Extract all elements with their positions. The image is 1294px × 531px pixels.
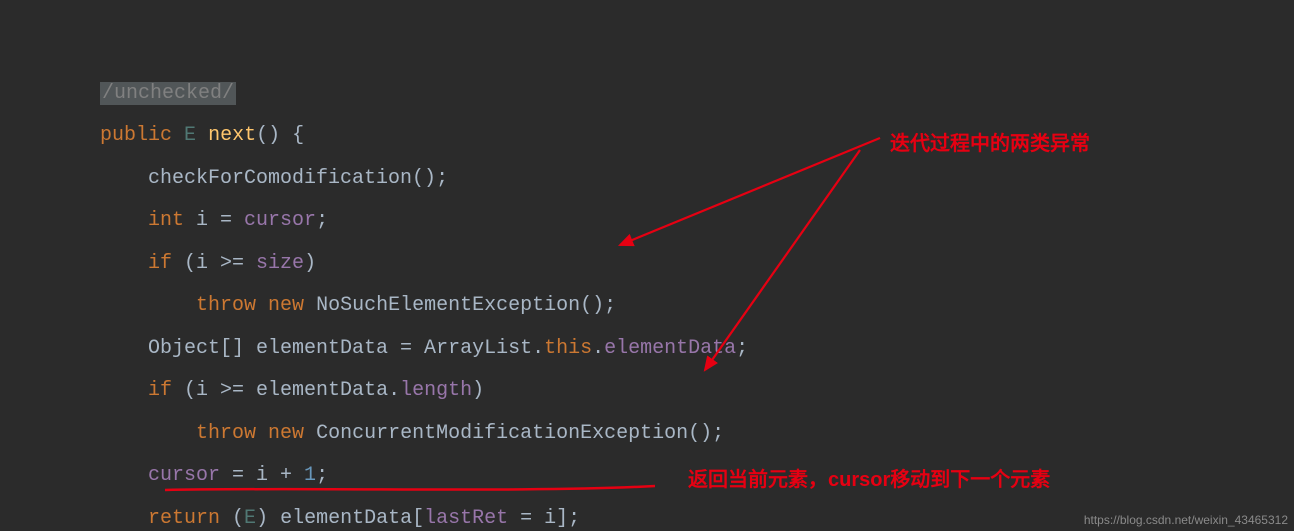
semi: ; <box>316 209 328 232</box>
cond-2: (i >= elementData. <box>172 379 400 402</box>
field-size: size <box>256 252 304 275</box>
assign-i: i = <box>184 209 244 232</box>
semi: ; <box>316 464 328 487</box>
kw-this: this <box>544 337 592 360</box>
assign-cursor: = i + <box>220 464 304 487</box>
kw-if: if <box>148 379 172 402</box>
kw-int: int <box>148 209 184 232</box>
type-generic: E <box>184 124 196 147</box>
kw-new: new <box>268 422 304 445</box>
annotation-return-cursor: 返回当前元素，cursor移动到下一个元素 <box>688 463 1050 492</box>
ex-nosuch: NoSuchElementException(); <box>304 294 616 317</box>
kw-throw: throw <box>196 422 256 445</box>
kw-return: return <box>148 507 220 530</box>
kw-throw: throw <box>196 294 256 317</box>
num-1: 1 <box>304 464 316 487</box>
stmt-obj: Object[] elementData = ArrayList. <box>148 337 544 360</box>
watermark: https://blog.csdn.net/weixin_43465312 <box>1084 513 1288 527</box>
paren: ) <box>472 379 484 402</box>
call-check: checkForComodification(); <box>148 167 448 190</box>
ret-b: ) elementData[ <box>256 507 424 530</box>
ret-c: = i]; <box>508 507 580 530</box>
ex-concurrent: ConcurrentModificationException(); <box>304 422 724 445</box>
comment-unchecked: /unchecked/ <box>100 82 236 105</box>
kw-if: if <box>148 252 172 275</box>
punc: () { <box>256 124 304 147</box>
annotation-two-exceptions: 迭代过程中的两类异常 <box>890 127 1090 156</box>
kw-new: new <box>268 294 304 317</box>
fn-next: next <box>208 124 256 147</box>
code-block: /unchecked/ public E next() { checkForCo… <box>100 30 748 531</box>
field-cursor: cursor <box>244 209 316 232</box>
semi: ; <box>736 337 748 360</box>
kw-public: public <box>100 124 172 147</box>
field-elementData: elementData <box>604 337 736 360</box>
field-cursor: cursor <box>148 464 220 487</box>
cond-1: (i >= <box>172 252 256 275</box>
dot: . <box>592 337 604 360</box>
field-length: length <box>400 379 472 402</box>
paren: ) <box>304 252 316 275</box>
field-lastRet: lastRet <box>424 507 508 530</box>
type-E: E <box>244 507 256 530</box>
ret-a: ( <box>220 507 244 530</box>
